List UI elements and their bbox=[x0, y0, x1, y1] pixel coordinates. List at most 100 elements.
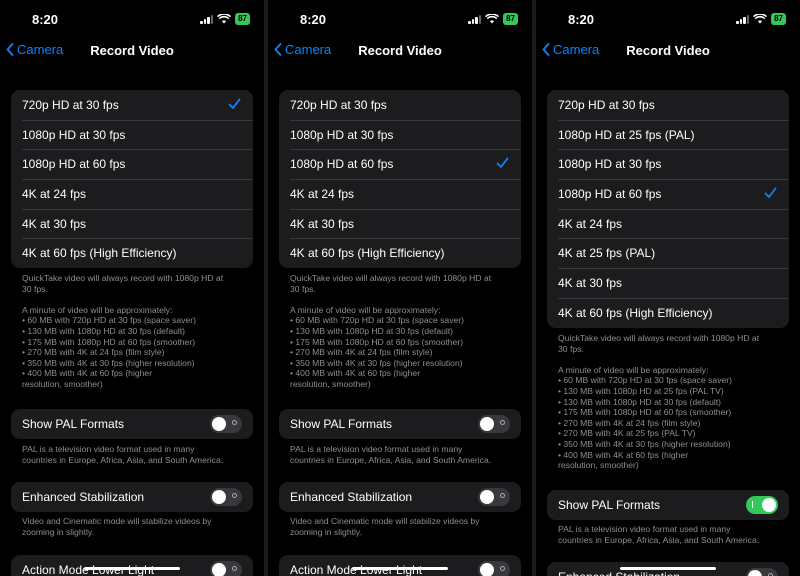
size-estimate-line: • 60 MB with 720p HD at 30 fps (space sa… bbox=[558, 375, 733, 386]
quicktake-note-line: QuickTake video will always record with … bbox=[22, 273, 224, 283]
quicktake-note-line: 30 fps. bbox=[558, 343, 584, 354]
enhanced-stabilization-toggle[interactable] bbox=[210, 488, 242, 506]
home-indicator[interactable] bbox=[84, 567, 180, 570]
navigation-bar: Camera Record Video bbox=[536, 40, 800, 64]
format-option-label: 4K at 25 fps (PAL) bbox=[558, 246, 656, 261]
size-estimate-line: • 270 MB with 4K at 24 fps (film style) bbox=[290, 347, 433, 358]
size-estimate-line: • 270 MB with 4K at 24 fps (film style) bbox=[22, 347, 165, 358]
battery-icon: 87 bbox=[503, 13, 518, 25]
format-option[interactable]: 4K at 24 fps bbox=[547, 208, 789, 239]
format-option[interactable]: 4K at 24 fps bbox=[279, 179, 521, 209]
size-estimate-line: • 60 MB with 720p HD at 30 fps (space sa… bbox=[22, 315, 197, 326]
action-mode-lower-light-toggle[interactable] bbox=[478, 561, 510, 576]
stabilization-description-line: zooming in slightly. bbox=[290, 526, 362, 537]
enhanced-stabilization-toggle[interactable] bbox=[746, 568, 778, 576]
format-option-label: 4K at 60 fps (High Efficiency) bbox=[290, 246, 445, 261]
format-footer-note: QuickTake video will always record with … bbox=[22, 273, 252, 390]
format-option[interactable]: 720p HD at 30 fps bbox=[547, 90, 789, 120]
size-estimate-line: • 350 MB with 4K at 30 fps (higher resol… bbox=[22, 357, 195, 368]
format-option-label: 1080p HD at 30 fps bbox=[22, 127, 126, 142]
enhanced-stabilization-row: Enhanced Stabilization bbox=[11, 482, 253, 512]
stabilization-description-line: Video and Cinematic mode will stabilize … bbox=[290, 516, 480, 526]
size-estimate-line: • 350 MB with 4K at 30 fps (higher resol… bbox=[558, 438, 731, 449]
format-option[interactable]: 1080p HD at 60 fps bbox=[279, 149, 521, 179]
battery-icon: 87 bbox=[771, 13, 786, 25]
home-indicator[interactable] bbox=[352, 567, 448, 570]
pal-description-line: PAL is a television video format used in… bbox=[558, 524, 731, 534]
show-pal-formats-toggle[interactable] bbox=[478, 415, 510, 433]
format-option[interactable]: 4K at 60 fps (High Efficiency) bbox=[11, 238, 253, 268]
format-option-label: 4K at 24 fps bbox=[290, 186, 355, 201]
action-mode-lower-light-toggle[interactable] bbox=[210, 561, 242, 576]
back-button[interactable]: Camera bbox=[6, 42, 63, 57]
size-estimate-line: • 400 MB with 4K at 60 fps (higher bbox=[290, 368, 421, 379]
size-estimate-line: • 400 MB with 4K at 60 fps (higher bbox=[22, 368, 153, 379]
format-option[interactable]: 4K at 30 fps bbox=[547, 268, 789, 298]
size-estimate-line: • 130 MB with 1080p HD at 30 fps (defaul… bbox=[22, 325, 186, 336]
size-estimate-line: A minute of video will be approximately: bbox=[22, 304, 173, 315]
show-pal-formats-toggle[interactable] bbox=[746, 496, 778, 514]
video-format-list: 720p HD at 30 fps 1080p HD at 30 fps 1080p… bbox=[279, 90, 521, 269]
size-estimate-line: resolution, smoother) bbox=[290, 378, 371, 389]
format-option[interactable]: 1080p HD at 30 fps bbox=[547, 149, 789, 179]
enhanced-stabilization-toggle[interactable] bbox=[478, 488, 510, 506]
show-pal-formats-row: Show PAL Formats bbox=[279, 409, 521, 439]
pal-description: PAL is a television video format used in… bbox=[22, 444, 252, 465]
status-time: 8:20 bbox=[568, 12, 595, 27]
navigation-bar: Camera Record Video bbox=[0, 40, 264, 64]
pal-description-line: countries in Europe, Africa, Asia, and S… bbox=[558, 534, 760, 545]
format-footer-note: QuickTake video will always record with … bbox=[290, 273, 520, 390]
format-option[interactable]: 4K at 25 fps (PAL) bbox=[547, 238, 789, 268]
size-estimate-line: • 350 MB with 4K at 30 fps (higher resol… bbox=[290, 357, 463, 368]
format-option-label: 4K at 30 fps bbox=[22, 216, 87, 231]
format-option[interactable]: 1080p HD at 60 fps bbox=[11, 149, 253, 179]
format-option-label: 4K at 30 fps bbox=[558, 275, 623, 290]
format-option[interactable]: 4K at 24 fps bbox=[11, 179, 253, 209]
back-button[interactable]: Camera bbox=[542, 42, 599, 57]
checkmark-icon bbox=[228, 98, 241, 109]
format-option[interactable]: 4K at 30 fps bbox=[279, 208, 521, 239]
stabilization-description-line: Video and Cinematic mode will stabilize … bbox=[22, 516, 212, 526]
format-option[interactable]: 720p HD at 30 fps bbox=[11, 90, 253, 120]
enhanced-stabilization-row: Enhanced Stabilization bbox=[279, 482, 521, 512]
format-option[interactable]: 1080p HD at 25 fps (PAL) bbox=[547, 119, 789, 150]
chevron-left-icon bbox=[542, 43, 550, 56]
size-estimate-line: • 130 MB with 1080p HD at 30 fps (defaul… bbox=[558, 396, 722, 407]
status-time: 8:20 bbox=[300, 12, 327, 27]
format-option[interactable]: 4K at 30 fps bbox=[11, 208, 253, 239]
size-estimate-line: • 175 MB with 1080p HD at 60 fps (smooth… bbox=[22, 336, 196, 347]
format-option-label: 4K at 60 fps (High Efficiency) bbox=[22, 246, 177, 261]
format-option[interactable]: 1080p HD at 30 fps bbox=[11, 119, 253, 150]
size-estimate-line: • 130 MB with 1080p HD at 30 fps (defaul… bbox=[290, 325, 454, 336]
back-button-label: Camera bbox=[17, 42, 64, 57]
pal-description: PAL is a television video format used in… bbox=[558, 524, 788, 545]
size-estimate-line: • 130 MB with 1080p HD at 25 fps (PAL TV… bbox=[558, 385, 724, 396]
back-button[interactable]: Camera bbox=[274, 42, 331, 57]
format-option[interactable]: 1080p HD at 30 fps bbox=[279, 119, 521, 150]
size-estimate-line: A minute of video will be approximately: bbox=[290, 304, 441, 315]
size-estimate-line: • 60 MB with 720p HD at 30 fps (space sa… bbox=[290, 315, 465, 326]
format-option-label: 1080p HD at 30 fps bbox=[290, 127, 394, 142]
format-option-label: 720p HD at 30 fps bbox=[22, 97, 119, 112]
status-bar: 8:20 87 bbox=[0, 0, 264, 40]
home-indicator[interactable] bbox=[620, 567, 716, 570]
size-estimate-line: • 270 MB with 4K at 25 fps (PAL TV) bbox=[558, 428, 696, 439]
format-option[interactable]: 4K at 60 fps (High Efficiency) bbox=[547, 297, 789, 328]
status-time: 8:20 bbox=[32, 12, 59, 27]
back-button-label: Camera bbox=[285, 42, 332, 57]
pal-description-line: PAL is a television video format used in… bbox=[22, 444, 195, 454]
wifi-icon bbox=[217, 14, 232, 24]
video-format-list: 720p HD at 30 fps 1080p HD at 25 fps (PAL… bbox=[547, 90, 789, 328]
show-pal-formats-toggle[interactable] bbox=[210, 415, 242, 433]
format-option-label: 1080p HD at 60 fps bbox=[22, 157, 126, 172]
checkmark-icon bbox=[764, 187, 777, 198]
format-option-label: 1080p HD at 60 fps bbox=[290, 157, 394, 172]
cellular-signal-icon bbox=[200, 14, 214, 24]
format-option[interactable]: 1080p HD at 60 fps bbox=[547, 179, 789, 209]
enhanced-stabilization-label: Enhanced Stabilization bbox=[558, 570, 680, 576]
screenshot-panel-3: 8:20 87 Camera Record Video 720p HD at 30 fp… bbox=[536, 0, 800, 576]
format-option[interactable]: 4K at 60 fps (High Efficiency) bbox=[279, 238, 521, 268]
wifi-icon bbox=[485, 14, 500, 24]
format-option[interactable]: 720p HD at 30 fps bbox=[279, 90, 521, 120]
format-option-label: 4K at 24 fps bbox=[22, 186, 87, 201]
